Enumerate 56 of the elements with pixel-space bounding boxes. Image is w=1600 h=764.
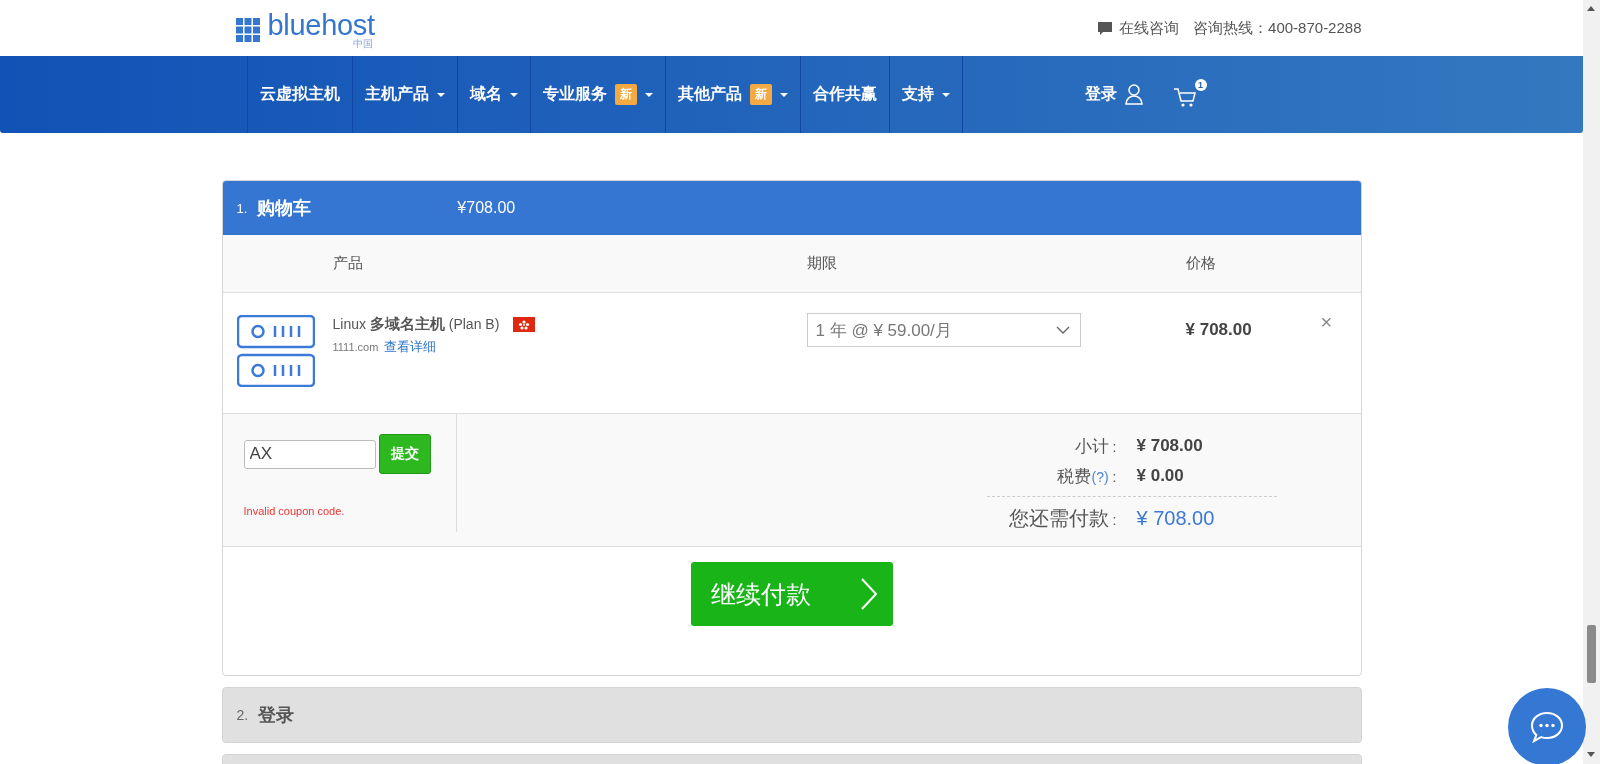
user-icon <box>1124 84 1143 105</box>
colon-text: : <box>1112 438 1117 455</box>
new-badge: 新 <box>614 84 637 105</box>
scroll-up-icon[interactable] <box>1587 6 1595 11</box>
logo-subtitle: 中国 <box>352 39 373 49</box>
cart-icon <box>1172 87 1197 108</box>
help-link[interactable]: (?) <box>1091 468 1109 485</box>
step-header[interactable]: 1. 购物车 ¥708.00 <box>222 181 1361 235</box>
details-link[interactable]: 查看详细 <box>384 338 437 356</box>
nav-item[interactable]: 其他产品 新 <box>664 56 800 133</box>
step-number: 2. <box>236 707 249 723</box>
summary-value: ¥ 708.00 <box>1136 436 1204 456</box>
logo-text[interactable]: bluehost <box>267 11 375 40</box>
cart-count-badge: 1 <box>1194 79 1207 91</box>
summary-label: 小计 <box>1074 436 1109 456</box>
colon-text: : <box>1112 468 1117 485</box>
step-number: 1. <box>236 200 248 216</box>
chevron-down-icon <box>1055 326 1070 334</box>
column-header: 价格 <box>1185 254 1216 273</box>
step-header[interactable]: 2. 登录 <box>221 687 1362 743</box>
login-link[interactable]: 登录 <box>1084 56 1143 133</box>
error-message: Invalid coupon code. <box>243 505 346 517</box>
hotline-text: 咨询热线：400-870-2288 <box>1193 19 1362 38</box>
chat-link[interactable]: 在线咨询 <box>1119 19 1180 38</box>
cart-button[interactable]: 1 <box>1172 79 1207 110</box>
flag-icon <box>513 317 536 332</box>
price-text: ¥ 708.00 <box>1185 320 1252 339</box>
nav-item[interactable]: 主机产品 <box>351 56 457 133</box>
scroll-down-icon[interactable] <box>1587 752 1595 757</box>
summary-label: 您还需付款 <box>1008 506 1109 529</box>
new-badge: 新 <box>749 84 772 105</box>
coupon-field[interactable]: AX <box>243 439 376 469</box>
term-dropdown[interactable]: 1 年 @ ¥ 59.00/月 <box>806 313 1081 347</box>
chat-icon <box>1529 710 1565 744</box>
scrollbar-thumb[interactable] <box>1587 625 1596 683</box>
colon-text: : <box>1112 511 1117 528</box>
step-title: 购物车 <box>257 197 313 220</box>
summary-label: 税费 <box>1057 466 1092 486</box>
remove-button[interactable]: × <box>1320 311 1333 333</box>
step-title: 登录 <box>258 704 295 727</box>
product-name: Linux 多域名主机 (Plan B) <box>332 315 500 334</box>
nav-item[interactable]: 云虚拟主机 <box>246 56 352 133</box>
summary-value: ¥ 0.00 <box>1136 466 1185 486</box>
nav-item[interactable]: 域名 <box>456 56 530 133</box>
domain-text: 1111.com <box>332 341 379 353</box>
summary-value: ¥ 708.00 <box>1136 506 1216 530</box>
logo-icon <box>235 18 260 42</box>
column-header: 产品 <box>332 254 363 273</box>
nav-item[interactable]: 支持 <box>888 56 963 133</box>
cart-total: ¥708.00 <box>457 199 516 217</box>
chat-icon <box>1097 21 1114 36</box>
nav-item[interactable]: 专业服务 新 <box>529 56 665 133</box>
chevron-right-icon <box>859 577 878 611</box>
nav-item[interactable]: 合作共赢 <box>799 56 889 133</box>
server-icon <box>236 315 315 387</box>
column-header: 期限 <box>806 254 837 273</box>
